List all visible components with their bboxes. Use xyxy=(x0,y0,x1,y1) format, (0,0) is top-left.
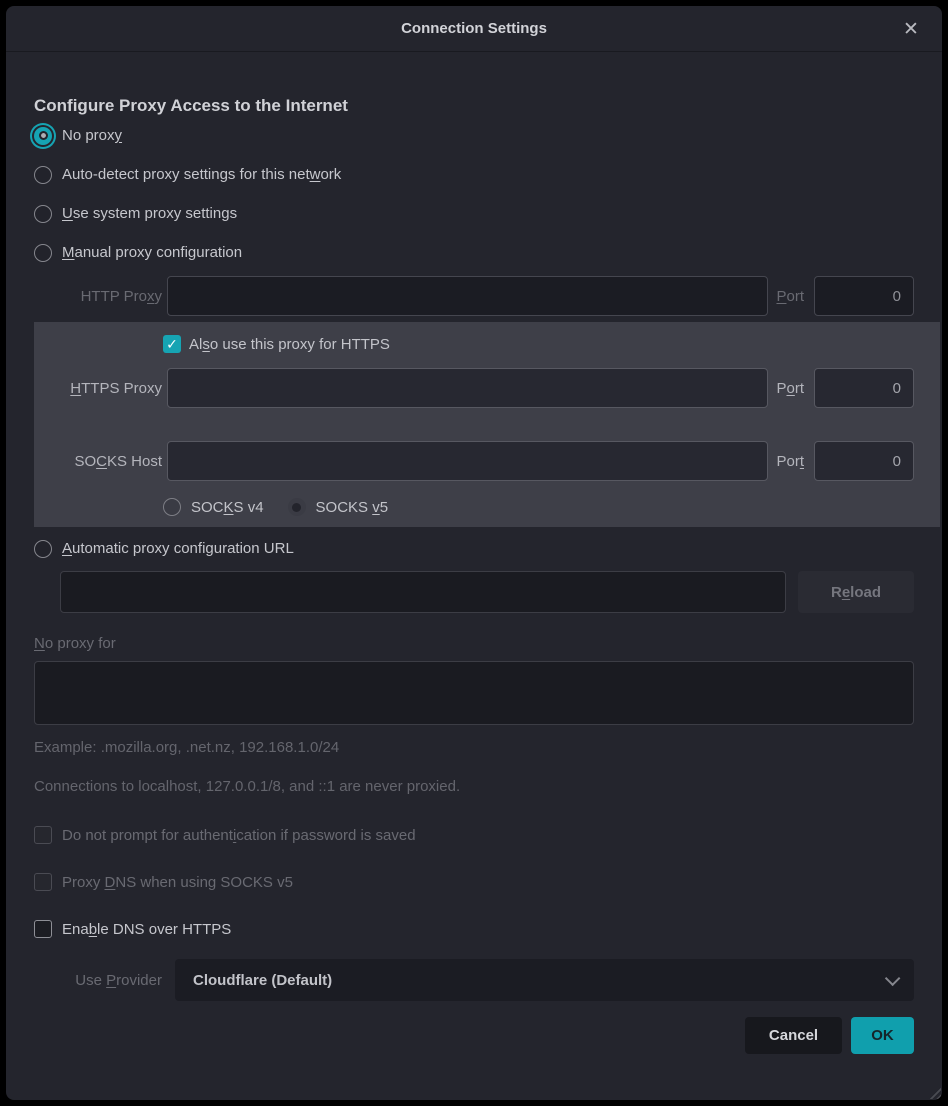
radio-auto-detect[interactable]: Auto-detect proxy settings for this netw… xyxy=(34,155,914,194)
cancel-button[interactable]: Cancel xyxy=(745,1017,842,1054)
radio-checked-icon[interactable] xyxy=(34,127,52,145)
no-prompt-auth-label: Do not prompt for authentication if pass… xyxy=(62,827,416,844)
no-proxy-for-label: No proxy for xyxy=(34,635,914,652)
ok-button[interactable]: OK xyxy=(851,1017,914,1054)
http-proxy-row: HTTP Proxy Port xyxy=(34,276,914,316)
https-proxy-label: HTTPS Proxy xyxy=(34,380,162,397)
radio-no-proxy[interactable]: No proxy xyxy=(34,116,914,155)
radio-unchecked-icon[interactable] xyxy=(34,244,52,262)
chevron-down-icon xyxy=(885,970,901,986)
provider-row: Use Provider Cloudflare (Default) xyxy=(34,959,914,1001)
connection-settings-dialog: Connection Settings ✕ Configure Proxy Ac… xyxy=(6,6,942,1100)
checkbox-doh-row[interactable]: Enable DNS over HTTPS xyxy=(34,917,914,941)
auto-url-input[interactable] xyxy=(60,571,786,613)
radio-auto-url[interactable]: Automatic proxy configuration URL xyxy=(34,529,914,568)
https-port-label: Port xyxy=(776,380,804,397)
use-provider-label: Use Provider xyxy=(34,972,162,989)
share-https-label: Also use this proxy for HTTPS xyxy=(189,336,390,353)
socks-port-label: Port xyxy=(776,453,804,470)
radio-no-proxy-label: No proxy xyxy=(62,127,122,144)
http-proxy-label: HTTP Proxy xyxy=(34,288,162,305)
http-port-label: Port xyxy=(776,288,804,305)
radio-unchecked-icon[interactable] xyxy=(34,166,52,184)
socks-version-row: SOCKS v4 SOCKS v5 xyxy=(34,493,914,521)
dialog-footer: Cancel OK xyxy=(34,1017,914,1054)
auto-url-row: Reload xyxy=(60,571,914,613)
socks-host-input[interactable] xyxy=(167,441,768,481)
radio-system-proxy[interactable]: Use system proxy settings xyxy=(34,194,914,233)
manual-proxy-section: ✓ Also use this proxy for HTTPS HTTPS Pr… xyxy=(34,322,940,527)
no-proxy-for-textarea[interactable] xyxy=(34,661,914,725)
radio-manual-proxy-label: Manual proxy configuration xyxy=(62,244,242,261)
provider-selected-value: Cloudflare (Default) xyxy=(193,972,332,989)
radio-socks-v5[interactable] xyxy=(288,498,306,516)
radio-system-proxy-label: Use system proxy settings xyxy=(62,205,237,222)
radio-socks-v4[interactable] xyxy=(163,498,181,516)
http-proxy-input[interactable] xyxy=(167,276,768,316)
https-proxy-row: HTTPS Proxy Port xyxy=(34,368,914,408)
doh-label: Enable DNS over HTTPS xyxy=(62,921,231,938)
close-icon[interactable]: ✕ xyxy=(896,14,926,44)
socks-host-row: SOCKS Host Port xyxy=(34,441,914,481)
radio-unchecked-icon[interactable] xyxy=(34,540,52,558)
https-port-input[interactable] xyxy=(814,368,914,408)
reload-button[interactable]: Reload xyxy=(798,571,914,613)
localhost-note-text: Connections to localhost, 127.0.0.1/8, a… xyxy=(34,778,914,795)
socks-host-label: SOCKS Host xyxy=(34,453,162,470)
socks-port-input[interactable] xyxy=(814,441,914,481)
https-proxy-input[interactable] xyxy=(167,368,768,408)
proxy-dns-label: Proxy DNS when using SOCKS v5 xyxy=(62,874,293,891)
checkbox-proxy-dns-row[interactable]: Proxy DNS when using SOCKS v5 xyxy=(34,870,914,894)
page-title: Configure Proxy Access to the Internet xyxy=(34,96,914,116)
http-port-input[interactable] xyxy=(814,276,914,316)
checkbox-unchecked-icon[interactable] xyxy=(34,920,52,938)
radio-auto-detect-label: Auto-detect proxy settings for this netw… xyxy=(62,166,341,183)
no-proxy-example-text: Example: .mozilla.org, .net.nz, 192.168.… xyxy=(34,739,914,756)
checkbox-no-prompt-auth-row[interactable]: Do not prompt for authentication if pass… xyxy=(34,823,914,847)
checkbox-unchecked-icon[interactable] xyxy=(34,826,52,844)
dialog-titlebar: Connection Settings ✕ xyxy=(6,6,942,52)
socks-v4-label: SOCKS v4 xyxy=(191,499,264,516)
checkbox-unchecked-icon[interactable] xyxy=(34,873,52,891)
socks-v5-label: SOCKS v5 xyxy=(316,499,389,516)
radio-unchecked-icon[interactable] xyxy=(34,205,52,223)
radio-auto-url-label: Automatic proxy configuration URL xyxy=(62,540,294,557)
provider-select[interactable]: Cloudflare (Default) xyxy=(175,959,914,1001)
share-https-row[interactable]: ✓ Also use this proxy for HTTPS xyxy=(34,328,914,360)
dialog-content: Configure Proxy Access to the Internet N… xyxy=(6,52,942,1100)
dialog-title: Connection Settings xyxy=(401,20,547,37)
radio-manual-proxy[interactable]: Manual proxy configuration xyxy=(34,233,914,272)
checkbox-checked-icon[interactable]: ✓ xyxy=(163,335,181,353)
